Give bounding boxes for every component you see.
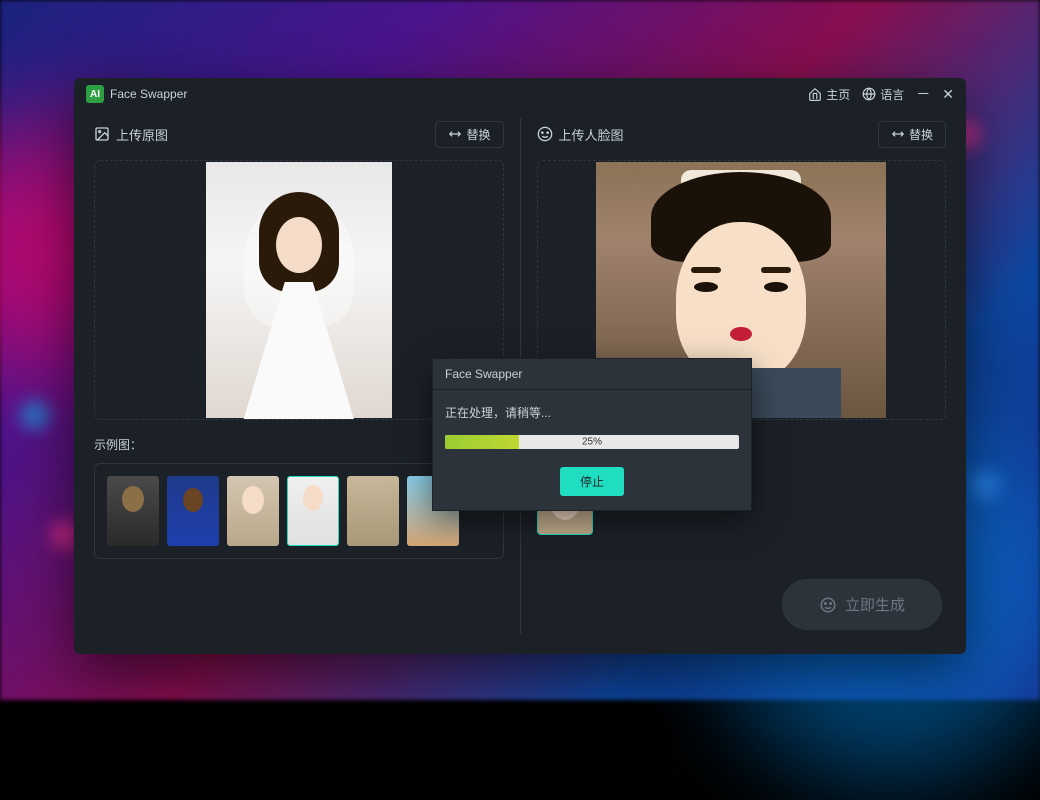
language-link[interactable]: 语言	[862, 86, 904, 103]
progress-fill	[445, 435, 519, 449]
example-thumb[interactable]	[107, 476, 159, 546]
example-thumb[interactable]	[287, 476, 339, 546]
dialog-message: 正在处理，请稍等...	[445, 404, 739, 421]
example-thumb[interactable]	[347, 476, 399, 546]
image-icon	[94, 126, 110, 142]
home-icon	[808, 87, 822, 101]
source-image	[206, 162, 392, 418]
close-button[interactable]: ✕	[942, 86, 954, 103]
bokeh-light	[970, 470, 1000, 500]
swap-icon	[891, 127, 905, 141]
progress-dialog: Face Swapper 正在处理，请稍等... 25% 停止	[432, 358, 752, 511]
stop-button[interactable]: 停止	[560, 467, 624, 496]
left-replace-button[interactable]: 替换	[435, 121, 503, 148]
right-replace-button[interactable]: 替换	[878, 121, 946, 148]
right-panel-header: 上传人脸图 替换	[537, 118, 947, 150]
left-panel-title: 上传原图	[116, 125, 168, 144]
mask-icon	[819, 596, 837, 614]
left-replace-label: 替换	[466, 126, 490, 143]
progress-bar: 25%	[445, 435, 739, 449]
swap-icon	[448, 127, 462, 141]
dialog-title: Face Swapper	[433, 359, 751, 390]
app-title: Face Swapper	[110, 87, 187, 101]
right-panel-title: 上传人脸图	[559, 125, 624, 144]
app-logo: AI	[86, 85, 104, 103]
titlebar: AI Face Swapper 主页 语言 － ✕	[74, 78, 966, 110]
example-thumb[interactable]	[227, 476, 279, 546]
bokeh-light	[20, 400, 50, 430]
example-thumb[interactable]	[167, 476, 219, 546]
home-link[interactable]: 主页	[808, 86, 850, 103]
face-icon	[537, 126, 553, 142]
home-label: 主页	[826, 86, 850, 103]
right-replace-label: 替换	[909, 126, 933, 143]
minimize-button[interactable]: －	[916, 84, 930, 104]
globe-icon	[862, 87, 876, 101]
generate-label: 立即生成	[845, 594, 905, 615]
left-panel-header: 上传原图 替换	[94, 118, 504, 150]
progress-text: 25%	[582, 437, 602, 448]
generate-button[interactable]: 立即生成	[782, 579, 942, 630]
app-window: AI Face Swapper 主页 语言 － ✕ 上传原图	[74, 78, 966, 654]
language-label: 语言	[880, 86, 904, 103]
